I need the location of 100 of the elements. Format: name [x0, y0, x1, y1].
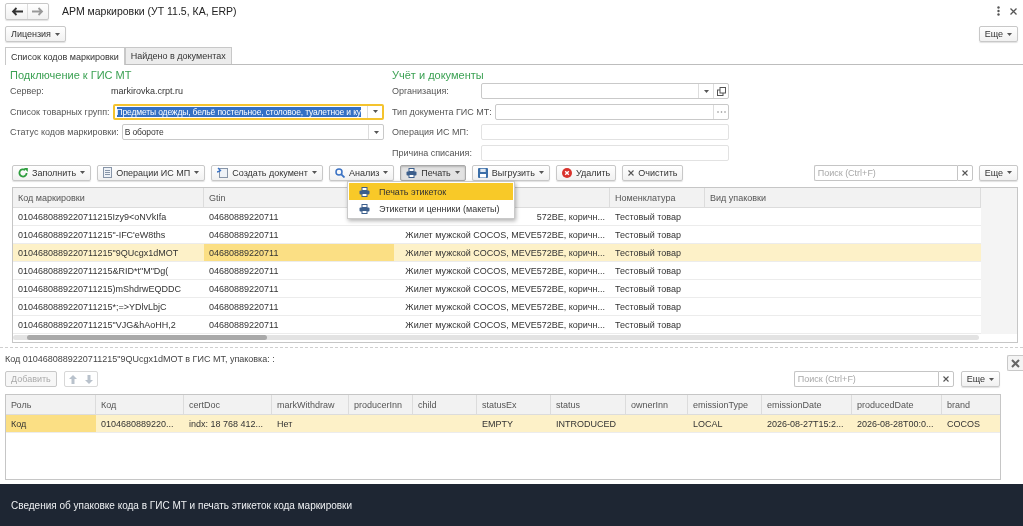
- printer-icon: [359, 203, 370, 214]
- caption-text: Сведения об упаковке кода в ГИС МТ и печать этикеток кода маркировки: [11, 499, 353, 511]
- dropdown-arrow-icon: [373, 130, 379, 134]
- table-cell: 0104680889220711215&RID*t"M"Dg(: [18, 265, 169, 276]
- column-header[interactable]: emissionDate: [762, 395, 852, 415]
- table-cell: INTRODUCED: [556, 418, 616, 429]
- back-icon: [10, 6, 23, 16]
- column-header[interactable]: emissionType: [688, 395, 762, 415]
- input-field[interactable]: [481, 124, 729, 141]
- arrow-down-icon: [84, 374, 93, 384]
- table-cell: 04680889220711: [209, 319, 279, 330]
- search-field[interactable]: Поиск (Ctrl+F): [793, 371, 938, 387]
- column-header[interactable]: certDoc: [184, 395, 272, 415]
- close-icon: [1011, 358, 1020, 368]
- column-header[interactable]: Код маркировки: [13, 188, 204, 208]
- horizontal-scrollbar[interactable]: [13, 335, 979, 340]
- new-document-icon: [217, 167, 229, 178]
- clear-icon: [628, 169, 635, 176]
- table-cell: Код: [11, 418, 27, 429]
- caret-icon: [538, 171, 544, 174]
- table-cell: EMPTY: [482, 418, 513, 429]
- column-header[interactable]: Вид упаковки: [705, 188, 981, 208]
- column-header[interactable]: brand: [942, 395, 1000, 415]
- more-button[interactable]: Еще: [978, 164, 1018, 181]
- close-button[interactable]: [1010, 7, 1017, 15]
- table-cell: 0104680889220...: [101, 418, 174, 429]
- table-row[interactable]: 0104680889220711215&RID*t"M"Dg( 04680889220711 Жилет мужской COCOS, MEVE572BE, коричн... Тестовый товар: [13, 262, 981, 280]
- column-header[interactable]: Роль: [6, 395, 96, 415]
- caret-icon: [383, 171, 389, 174]
- section-heading: Подключение к ГИС МТ: [10, 69, 132, 81]
- table-cell: Жилет мужской COCOS, MEVE572BE, коричн...: [405, 319, 605, 330]
- toolbar-button[interactable]: Выгрузить: [471, 164, 550, 181]
- toolbar-button[interactable]: Операции ИС МП: [97, 164, 206, 181]
- table-cell: 04680889220711: [209, 301, 279, 312]
- table-cell: 0104680889220711215"9QUcgx1dMOT: [18, 247, 179, 258]
- search-field[interactable]: Поиск (Ctrl+F): [813, 164, 957, 181]
- input-field[interactable]: [481, 144, 729, 161]
- clear-icon: [961, 169, 968, 176]
- column-header[interactable]: Номенклатура: [610, 188, 705, 208]
- table-cell: Тестовый товар: [615, 229, 682, 240]
- caret-icon: [454, 171, 460, 174]
- arrow-up-icon: [68, 374, 77, 384]
- table-cell: Тестовый товар: [615, 301, 682, 312]
- section-heading: Учёт и документы: [392, 69, 484, 81]
- table-cell: Тестовый товар: [615, 211, 682, 222]
- printer-icon: [406, 167, 418, 178]
- toolbar-button[interactable]: Заполнить: [12, 164, 92, 181]
- table-row[interactable]: Код 0104680889220... indx: 18 768 412... Нет EMPTY INTRODUCED LOCAL 2026-08-27T15:2... 2026-08-28T00:0... COCOS: [6, 415, 1000, 433]
- clear-icon: [942, 376, 949, 382]
- table-cell: Жилет мужской COCOS, MEVE572BE, коричн...: [405, 265, 605, 276]
- table-cell: Жилет мужской COCOS, MEVE572BE, коричн...: [405, 301, 605, 312]
- table-cell: 04680889220711: [209, 229, 279, 240]
- table-cell: indx: 18 768 412...: [189, 418, 264, 429]
- table-row[interactable]: 0104680889220711215"VJG&hAoHH,2 04680889220711 Жилет мужской COCOS, MEVE572BE, коричн... Тестовый товар: [13, 316, 981, 334]
- column-header[interactable]: Код: [96, 395, 184, 415]
- caret-icon: [55, 32, 60, 36]
- caret-icon: [1007, 32, 1012, 36]
- column-header[interactable]: producerInn: [349, 395, 413, 415]
- caret-icon: [194, 171, 200, 174]
- more-button[interactable]: Еще: [978, 26, 1018, 42]
- table-cell: Нет: [277, 418, 293, 429]
- toolbar-button[interactable]: Очистить: [622, 164, 684, 181]
- window-title: АРМ маркировки (УТ 11.5, КА, ERP): [62, 5, 238, 17]
- table-cell: 0104680889220711215)mShdrwEQDDC: [18, 283, 181, 294]
- toolbar-button[interactable]: Удалить: [555, 164, 617, 181]
- column-header[interactable]: statusEx: [477, 395, 551, 415]
- table-cell: Тестовый товар: [615, 319, 682, 330]
- tab[interactable]: Найдено в документах: [124, 47, 232, 64]
- toolbar-button[interactable]: Анализ: [328, 164, 395, 181]
- column-header[interactable]: producedDate: [852, 395, 942, 415]
- table-cell: 0104680889220711215"VJG&hAoHH,2: [18, 319, 176, 330]
- dropdown-field[interactable]: Предметы одежды, бельё постельное, столовое, туалетное и ку: [112, 103, 384, 120]
- toolbar-button[interactable]: Печать: [400, 164, 466, 181]
- column-header[interactable]: status: [551, 395, 626, 415]
- table-cell: 572BE, коричн...: [536, 211, 605, 222]
- field-label: Организация:: [392, 86, 450, 97]
- toolbar-button[interactable]: Создать документ: [211, 164, 323, 181]
- more-button[interactable]: Еще: [960, 371, 1000, 387]
- column-header[interactable]: ownerInn: [626, 395, 688, 415]
- caret-icon: [1007, 171, 1012, 174]
- dropdown-field[interactable]: В обороте: [121, 124, 384, 141]
- column-header[interactable]: markWithdraw: [272, 395, 349, 415]
- document-icon: [103, 167, 113, 178]
- dropdown-field[interactable]: [481, 83, 729, 100]
- table-row[interactable]: 0104680889220711215*;=>YDlvLbjC 04680889220711 Жилет мужской COCOS, MEVE572BE, коричн... Тестовый товар: [13, 298, 981, 316]
- column-header[interactable]: child: [413, 395, 477, 415]
- choice-field[interactable]: [494, 103, 729, 120]
- more-button[interactable]: [997, 6, 1000, 16]
- table-cell: Жилет мужской COCOS, MEVE572BE, коричн...: [405, 283, 605, 294]
- field-label: Список товарных групп:: [10, 106, 111, 117]
- table-cell: 2026-08-27T15:2...: [767, 418, 844, 429]
- license-button[interactable]: Лицензия: [5, 26, 66, 42]
- menu-item[interactable]: Печать этикеток: [349, 183, 513, 200]
- table-row[interactable]: 0104680889220711215)mShdrwEQDDC 04680889220711 Жилет мужской COCOS, MEVE572BE, коричн... Тестовый товар: [13, 280, 981, 298]
- table-row[interactable]: 0104680889220711215"9QUcgx1dMOT 04680889220711 Жилет мужской COCOS, MEVE572BE, коричн... Тестовый товар: [13, 244, 981, 262]
- tab[interactable]: Список кодов маркировки: [5, 47, 125, 65]
- server-address: markirovka.crpt.ru: [110, 86, 183, 97]
- printer-icon: [359, 186, 370, 197]
- open-icon: [716, 86, 726, 96]
- more-icon: [997, 6, 1000, 16]
